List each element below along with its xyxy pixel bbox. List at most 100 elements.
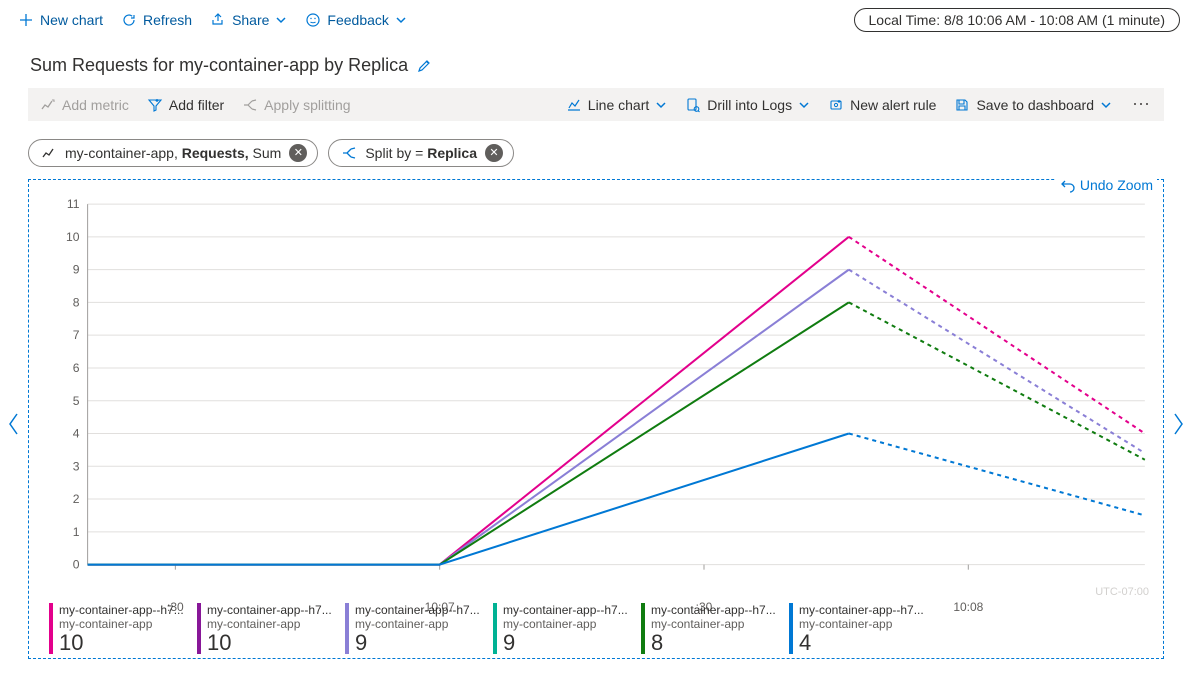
- edit-icon[interactable]: [416, 58, 432, 74]
- new-alert-label: New alert rule: [850, 97, 936, 113]
- svg-text:9: 9: [73, 263, 80, 277]
- metric-icon: [41, 145, 57, 161]
- feedback-button[interactable]: Feedback: [299, 8, 412, 32]
- plus-icon: [18, 12, 34, 28]
- legend-series-value: 9: [355, 631, 480, 654]
- legend-series-subtitle: my-container-app: [503, 617, 628, 631]
- legend-series-subtitle: my-container-app: [207, 617, 332, 631]
- apply-splitting-button[interactable]: Apply splitting: [238, 95, 354, 115]
- refresh-icon: [121, 12, 137, 28]
- svg-text:7: 7: [73, 328, 80, 342]
- legend-series-value: 10: [59, 631, 184, 654]
- logs-icon: [685, 97, 701, 113]
- new-chart-label: New chart: [40, 12, 103, 28]
- chart-type-dropdown[interactable]: Line chart: [562, 95, 671, 115]
- chevron-left-icon: [6, 410, 22, 438]
- legend-series-name: my-container-app--h7...: [799, 603, 924, 617]
- legend-item[interactable]: my-container-app--h7... my-container-app…: [641, 603, 781, 654]
- legend-series-name: my-container-app--h7...: [59, 603, 184, 617]
- filter-icon: [147, 97, 163, 113]
- svg-text:10: 10: [66, 230, 80, 244]
- svg-text:11: 11: [67, 198, 80, 211]
- top-toolbar: New chart Refresh Share Feedback Local T…: [0, 0, 1192, 41]
- save-dashboard-label: Save to dashboard: [976, 97, 1094, 113]
- time-range-pill[interactable]: Local Time: 8/8 10:06 AM - 10:08 AM (1 m…: [854, 8, 1180, 32]
- chevron-down-icon: [655, 99, 667, 111]
- share-icon: [210, 12, 226, 28]
- add-metric-button[interactable]: Add metric: [36, 95, 133, 115]
- refresh-button[interactable]: Refresh: [115, 8, 198, 32]
- new-chart-button[interactable]: New chart: [12, 8, 109, 32]
- svg-text:8: 8: [73, 295, 80, 309]
- legend-item[interactable]: my-container-app--h7... my-container-app…: [789, 603, 929, 654]
- chart-title-row: Sum Requests for my-container-app by Rep…: [0, 41, 1192, 84]
- legend-item[interactable]: my-container-app--h7... my-container-app…: [345, 603, 485, 654]
- add-filter-label: Add filter: [169, 97, 224, 113]
- smile-icon: [305, 12, 321, 28]
- filter-pills-row: my-container-app, Requests, Sum ✕ Split …: [0, 125, 1192, 175]
- undo-zoom-label: Undo Zoom: [1080, 177, 1153, 193]
- chevron-down-icon: [798, 99, 810, 111]
- legend-series-value: 4: [799, 631, 924, 654]
- legend-color-swatch: [789, 603, 793, 654]
- undo-zoom-button[interactable]: Undo Zoom: [1056, 177, 1157, 193]
- metric-pill-name: Requests,: [182, 145, 249, 161]
- legend-series-value: 8: [651, 631, 776, 654]
- split-pill-label: Split by =: [365, 145, 427, 161]
- feedback-label: Feedback: [327, 12, 388, 28]
- svg-text:5: 5: [73, 394, 80, 408]
- legend-series-value: 10: [207, 631, 332, 654]
- legend-item[interactable]: my-container-app--h7... my-container-app…: [49, 603, 189, 654]
- chart-title: Sum Requests for my-container-app by Rep…: [30, 55, 408, 76]
- split-icon: [242, 97, 258, 113]
- legend-row: my-container-app--h7... my-container-app…: [39, 603, 1153, 654]
- legend-item[interactable]: my-container-app--h7... my-container-app…: [493, 603, 633, 654]
- new-alert-button[interactable]: New alert rule: [824, 95, 940, 115]
- metric-pill-resource: my-container-app,: [65, 145, 182, 161]
- legend-series-name: my-container-app--h7...: [651, 603, 776, 617]
- chevron-down-icon: [1100, 99, 1112, 111]
- svg-text:2: 2: [73, 492, 80, 506]
- legend-series-subtitle: my-container-app: [59, 617, 184, 631]
- legend-series-value: 9: [503, 631, 628, 654]
- legend-item[interactable]: my-container-app--h7... my-container-app…: [197, 603, 337, 654]
- prev-chart-button[interactable]: [6, 410, 22, 444]
- legend-series-subtitle: my-container-app: [355, 617, 480, 631]
- next-chart-button[interactable]: [1170, 410, 1186, 444]
- legend-series-name: my-container-app--h7...: [503, 603, 628, 617]
- legend-series-subtitle: my-container-app: [651, 617, 776, 631]
- legend-color-swatch: [641, 603, 645, 654]
- remove-metric-icon[interactable]: ✕: [289, 144, 307, 162]
- more-options-button[interactable]: ⋯: [1126, 94, 1156, 115]
- share-label: Share: [232, 12, 269, 28]
- chart-plot[interactable]: 01234567891011: [39, 198, 1153, 583]
- split-pill[interactable]: Split by = Replica ✕: [328, 139, 514, 167]
- alert-icon: [828, 97, 844, 113]
- add-filter-button[interactable]: Add filter: [143, 95, 228, 115]
- split-icon: [341, 145, 357, 161]
- remove-split-icon[interactable]: ✕: [485, 144, 503, 162]
- metric-pill[interactable]: my-container-app, Requests, Sum ✕: [28, 139, 318, 167]
- svg-text:4: 4: [73, 427, 80, 441]
- save-icon: [954, 97, 970, 113]
- save-dashboard-button[interactable]: Save to dashboard: [950, 95, 1116, 115]
- line-chart-icon: [566, 97, 582, 113]
- svg-text:6: 6: [73, 361, 80, 375]
- timezone-label: UTC-07:00: [1095, 586, 1149, 598]
- legend-series-subtitle: my-container-app: [799, 617, 924, 631]
- legend-color-swatch: [493, 603, 497, 654]
- metric-icon: [40, 97, 56, 113]
- apply-splitting-label: Apply splitting: [264, 97, 350, 113]
- legend-color-swatch: [197, 603, 201, 654]
- metric-toolbar: Add metric Add filter Apply splitting Li…: [28, 88, 1164, 121]
- chart-container: Undo Zoom 01234567891011 :3010:07:3010:0…: [28, 179, 1164, 659]
- legend-series-name: my-container-app--h7...: [355, 603, 480, 617]
- legend-series-name: my-container-app--h7...: [207, 603, 332, 617]
- legend-color-swatch: [49, 603, 53, 654]
- share-button[interactable]: Share: [204, 8, 293, 32]
- refresh-label: Refresh: [143, 12, 192, 28]
- legend-color-swatch: [345, 603, 349, 654]
- drill-logs-button[interactable]: Drill into Logs: [681, 95, 814, 115]
- add-metric-label: Add metric: [62, 97, 129, 113]
- chevron-right-icon: [1170, 410, 1186, 438]
